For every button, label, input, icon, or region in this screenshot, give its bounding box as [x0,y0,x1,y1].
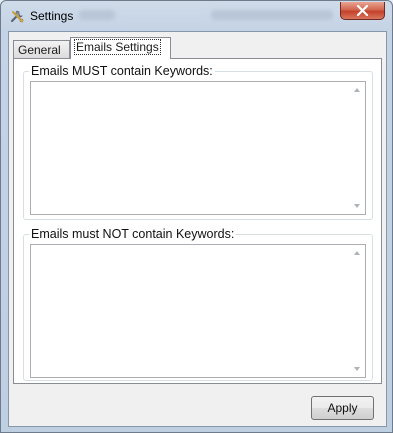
settings-tools-icon [9,8,25,24]
tab-general[interactable]: General [13,40,70,58]
apply-button[interactable]: Apply [311,396,374,420]
close-icon [356,5,369,16]
close-button[interactable] [340,2,385,20]
scroll-down-arrow-icon[interactable] [354,367,360,371]
must-not-contain-group: Emails must NOT contain Keywords: [23,227,373,381]
must-contain-label: Emails MUST contain Keywords: [29,64,215,78]
scroll-down-arrow-icon[interactable] [354,204,360,208]
must-not-contain-label: Emails must NOT contain Keywords: [29,227,237,241]
must-not-contain-keywords-input[interactable] [30,244,366,378]
window-title: Settings [30,9,74,23]
blurred-background [79,10,115,20]
must-contain-keywords-input[interactable] [30,81,366,215]
title-bar[interactable]: Settings [1,1,392,31]
tab-general-label: General [18,43,61,57]
vertical-scrollbar[interactable] [349,245,365,377]
must-contain-group: Emails MUST contain Keywords: [23,64,373,220]
dialog-client-area: General Emails Settings Emails MUST cont… [8,31,387,427]
settings-window: Settings General Emails Settings Emails … [0,0,393,433]
scroll-up-arrow-icon[interactable] [354,88,360,92]
tab-emails-settings[interactable]: Emails Settings [70,37,171,59]
tab-emails-settings-label: Emails Settings [74,39,161,55]
scroll-up-arrow-icon[interactable] [354,251,360,255]
emails-settings-panel: Emails MUST contain Keywords: Emails mus… [13,58,382,384]
vertical-scrollbar[interactable] [349,82,365,214]
blurred-background [211,10,333,20]
